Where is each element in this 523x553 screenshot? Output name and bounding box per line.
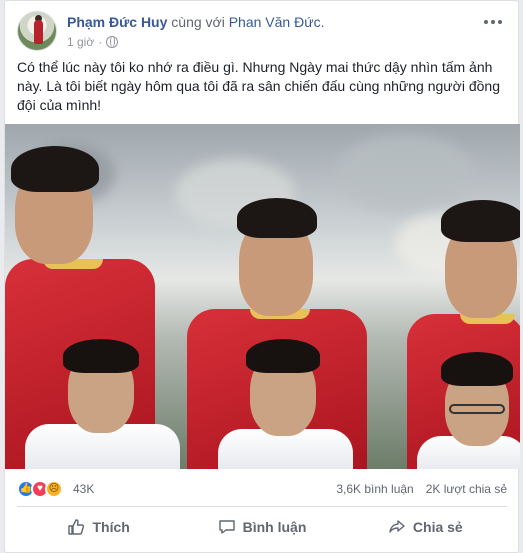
post-photo[interactable] [5,124,520,469]
post-stats: 3,6K bình luận 2K lượt chia sẻ [336,479,507,499]
sad-icon: ☹ [45,480,63,498]
action-divider [17,506,507,507]
author-line: Phạm Đức Huy cùng với Phan Văn Đức. [67,13,324,31]
post-meta: 1 giờ · [67,34,119,50]
comment-icon [218,520,235,534]
post-actions: Thích Bình luận Chia sẻ [17,509,507,545]
like-label: Thích [92,519,130,535]
like-button[interactable]: Thích [17,509,180,545]
share-label: Chia sẻ [412,519,463,535]
globe-icon[interactable] [106,36,119,48]
share-icon [389,520,405,533]
meta-separator: · [98,35,103,49]
comment-count[interactable]: 3,6K bình luận [336,479,413,499]
thumbs-up-icon [68,519,85,535]
more-options-icon[interactable] [483,15,503,29]
reactions-bar: 👍 ♥ ☹ 43K 3,6K bình luận 2K lượt chia sẻ [17,479,509,499]
comment-button[interactable]: Bình luận [180,509,343,545]
post-timestamp[interactable]: 1 giờ [67,34,94,50]
author-name-link[interactable]: Phạm Đức Huy [67,14,167,30]
post-text: Có thể lúc này tôi ko nhớ ra điều gì. Nh… [17,59,500,113]
post-header: Phạm Đức Huy cùng với Phan Văn Đức. 1 gi… [17,11,507,51]
with-text: cùng với [171,14,225,30]
share-count[interactable]: 2K lượt chia sẻ [426,479,507,499]
author-avatar[interactable] [17,11,57,51]
comment-label: Bình luận [242,519,307,535]
share-button[interactable]: Chia sẻ [344,509,507,545]
reaction-icons[interactable]: 👍 ♥ ☹ [17,480,63,498]
tagged-friend-link[interactable]: Phan Văn Đức. [229,14,325,30]
post-card: Phạm Đức Huy cùng với Phan Văn Đức. 1 gi… [4,0,520,553]
reaction-count[interactable]: 43K [73,479,94,499]
